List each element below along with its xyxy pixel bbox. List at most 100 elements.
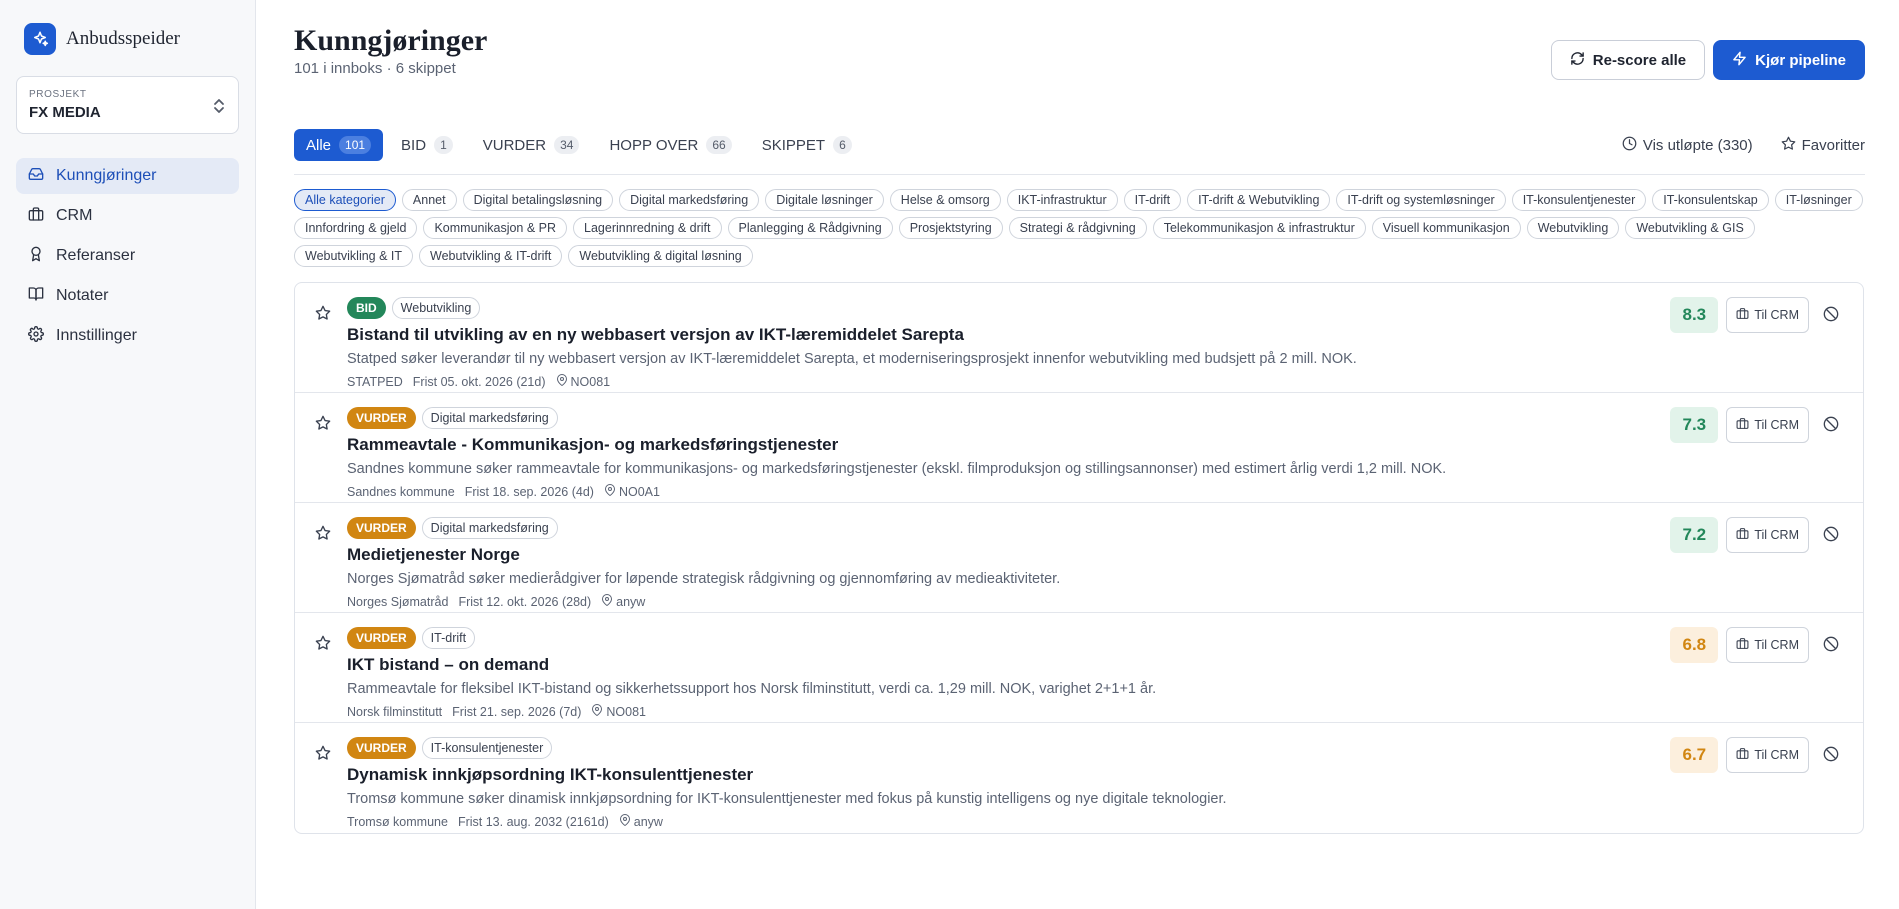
item-title[interactable]: Rammeavtale - Kommunikasjon- og markedsf… [347,434,1863,456]
category-chip[interactable]: IT-løsninger [1774,189,1863,211]
list-item[interactable]: VURDER Digital markedsføring Medietjeneste… [295,503,1863,613]
list-item[interactable]: VURDER Digital markedsføring Rammeavtale -… [295,393,1863,503]
category-chip[interactable]: IT-drift [1123,189,1182,211]
category-chip[interactable]: Telekommunikasjon & infrastruktur [1152,217,1366,239]
item-tags: VURDER Digital markedsføring [347,407,1863,429]
score-badge: 6.7 [1670,737,1719,773]
project-name: FX MEDIA [29,104,101,121]
location: NO0A1 [604,484,660,499]
brand[interactable]: Anbudsspeider [16,22,239,56]
category-chip[interactable]: Innfordring & gjeld [294,217,418,239]
to-crm-button[interactable]: Til CRM [1726,737,1809,773]
to-crm-button[interactable]: Til CRM [1726,627,1809,663]
category-chip[interactable]: Digital betalingsløsning [462,189,614,211]
sidebar-item-kunngjoringer[interactable]: Kunngjøringer [16,158,239,194]
favorites-link[interactable]: Favoritter [1781,136,1865,155]
category-chip[interactable]: IT-konsulentjenester [1511,189,1647,211]
tab-skippet[interactable]: SKIPPET 6 [750,129,864,161]
tab-alle[interactable]: Alle 101 [294,129,384,161]
skip-button[interactable] [1817,407,1845,443]
category-chip[interactable]: Webutvikling & IT-drift [419,245,563,267]
category-chip[interactable]: IKT-infrastruktur [1006,189,1118,211]
show-expired-link[interactable]: Vis utløpte (330) [1622,136,1753,155]
location: anyw [619,814,663,829]
category-chip[interactable]: IT-drift & Webutvikling [1187,189,1331,211]
item-title[interactable]: IKT bistand – on demand [347,654,1863,676]
location-code: NO0A1 [618,484,660,499]
list-item[interactable]: VURDER IT-drift IKT bistand – on demand Ram… [295,613,1863,723]
to-crm-button[interactable]: Til CRM [1726,407,1809,443]
sidebar-item-label: Referanser [56,247,136,264]
rescore-all-button[interactable]: Re-score alle [1550,40,1706,80]
star-icon[interactable] [315,415,331,434]
category-chip[interactable]: Visuell kommunikasjon [1371,217,1521,239]
inbox-icon [28,166,44,187]
sidebar-item-innstillinger[interactable]: Innstillinger [16,318,239,354]
item-title[interactable]: Dynamisk innkjøpsordning IKT-konsulenttj… [347,764,1863,786]
tab-hopp-over[interactable]: HOPP OVER 66 [597,129,743,161]
tab-label: Alle [306,136,332,154]
main-content: Kunngjøringer 101 i innboks · 6 skippet … [256,0,1899,909]
status-badge: BID [347,297,386,319]
deadline: Frist 13. aug. 2032 (2161d) [457,814,609,829]
sidebar-item-referanser[interactable]: Referanser [16,238,239,274]
chevron-updown-icon [212,97,226,118]
location-code: NO081 [606,704,646,719]
to-crm-button[interactable]: Til CRM [1726,517,1809,553]
category-chip[interactable]: Webutvikling [1526,217,1620,239]
list-item[interactable]: VURDER IT-konsulentjenester Dynamisk innkj… [295,723,1863,833]
briefcase-icon [1736,527,1749,543]
ban-icon [1823,636,1839,655]
book-icon [28,286,44,307]
category-chip[interactable]: Strategi & rådgivning [1008,217,1147,239]
category-chip[interactable]: Helse & omsorg [889,189,1001,211]
skip-button[interactable] [1817,627,1845,663]
category-chip[interactable]: Webutvikling & GIS [1625,217,1755,239]
sidebar-item-crm[interactable]: CRM [16,198,239,234]
tab-count: 101 [339,136,372,154]
tab-bid[interactable]: BID 1 [389,129,465,161]
item-title[interactable]: Medietjenester Norge [347,544,1863,566]
category-tag: IT-drift [421,627,476,649]
category-chip[interactable]: Alle kategorier [294,189,396,211]
category-tag: Webutvikling [391,297,481,319]
star-icon[interactable] [315,745,331,764]
category-chip[interactable]: Webutvikling & digital løsning [568,245,753,267]
award-icon [28,246,44,267]
category-chip[interactable]: Prosjektstyring [898,217,1003,239]
star-icon[interactable] [315,305,331,324]
project-selector[interactable]: PROSJEKT FX MEDIA [16,76,239,134]
tab-count: 6 [833,136,852,154]
category-chip[interactable]: Annet [401,189,457,211]
category-chip[interactable]: Kommunikasjon & PR [423,217,568,239]
star-icon[interactable] [315,525,331,544]
skip-button[interactable] [1817,297,1845,333]
divider [294,174,1865,175]
buyer: Norsk filminstitutt [347,704,443,719]
tab-count: 66 [706,136,732,154]
category-chip[interactable]: Digitale løsninger [765,189,884,211]
list-item[interactable]: BID Webutvikling Bistand til utvikling av … [295,283,1863,393]
location-code: anyw [616,594,646,609]
sidebar-item-notater[interactable]: Notater [16,278,239,314]
category-chip[interactable]: IT-konsulentskap [1652,189,1769,211]
briefcase-icon [1736,307,1749,323]
run-pipeline-button[interactable]: Kjør pipeline [1713,40,1865,80]
tab-vurder[interactable]: VURDER 34 [471,129,592,161]
category-chip[interactable]: Digital markedsføring [619,189,760,211]
category-chip[interactable]: Lagerinnredning & drift [573,217,722,239]
to-crm-button[interactable]: Til CRM [1726,297,1809,333]
briefcase-icon [1736,637,1749,653]
item-meta: Tromsø kommune Frist 13. aug. 2032 (2161d… [347,814,1863,829]
star-icon[interactable] [315,635,331,654]
skip-button[interactable] [1817,517,1845,553]
map-pin-icon [601,594,613,609]
item-title[interactable]: Bistand til utvikling av en ny webbasert… [347,324,1863,346]
category-chip[interactable]: Planlegging & Rådgivning [727,217,893,239]
app-root: Anbudsspeider PROSJEKT FX MEDIA Kunngjør… [0,0,1899,909]
category-chip[interactable]: IT-drift og systemløsninger [1336,189,1506,211]
deadline: Frist 05. okt. 2026 (21d) [412,374,546,389]
skip-button[interactable] [1817,737,1845,773]
category-chip[interactable]: Webutvikling & IT [294,245,414,267]
item-controls: 6.7 Til CRM [1670,737,1845,773]
